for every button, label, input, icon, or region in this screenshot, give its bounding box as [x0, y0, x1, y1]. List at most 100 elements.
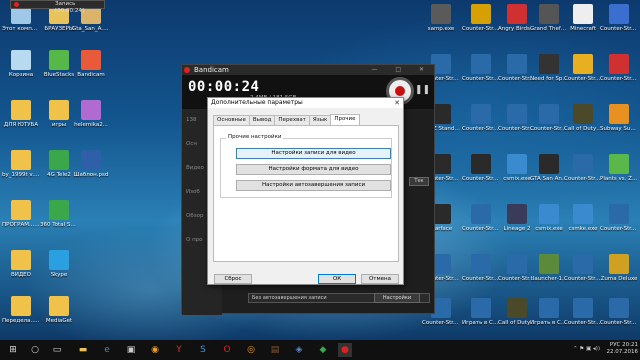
- desktop-icon[interactable]: Counter-Str... 1.6 ...: [600, 54, 638, 82]
- desktop-icon-label: Counter-Str... Source v34: [462, 176, 500, 182]
- desktop-icon[interactable]: Корзина: [2, 50, 40, 78]
- lang-indicator[interactable]: РУС: [610, 342, 621, 348]
- desktop-icon[interactable]: Передела... сборка: [2, 296, 40, 324]
- cancel-button[interactable]: Отмена: [361, 274, 399, 284]
- desktop-icon-label: Gta_San_A... Sunny_Mo...: [72, 26, 110, 32]
- app-icon: [573, 298, 593, 318]
- desktop-icon-label: tlauncher-1...: [530, 276, 568, 282]
- yandex-icon[interactable]: Y: [172, 343, 186, 357]
- desktop-icon-label: ВИДЕО: [11, 272, 31, 278]
- close-icon[interactable]: ✕: [394, 98, 400, 108]
- desktop-icon[interactable]: Counter-Str... 1.6 Super...: [462, 4, 500, 32]
- app-icon: [11, 296, 31, 316]
- reset-button[interactable]: Сброс: [214, 274, 252, 284]
- app-icon[interactable]: ◈: [292, 343, 306, 357]
- desktop-icon[interactable]: Counter-Str... 1.6 RUS: [462, 254, 500, 282]
- desktop-icon-label: Шаблон.psd: [73, 172, 109, 178]
- app-icon: [49, 100, 69, 120]
- desktop-icon[interactable]: Counter-Str... Source v34: [462, 154, 500, 182]
- search-icon[interactable]: ○: [28, 343, 42, 357]
- bandicam-logo-icon: [184, 67, 190, 73]
- desktop-icon[interactable]: ПРОГРАМ... КОТОРЫЕ...: [2, 200, 40, 228]
- desktop-icon[interactable]: tlauncher-1...: [530, 254, 568, 282]
- desktop-icon[interactable]: samp.exe: [422, 4, 460, 32]
- desktop-icon[interactable]: MediaGet: [40, 296, 78, 324]
- desktop-icon[interactable]: Minecraft: [564, 4, 602, 32]
- opera-icon[interactable]: O: [220, 343, 234, 357]
- desktop-icon-label: Call of Duty 4 Modern...: [564, 126, 602, 132]
- desktop-icon[interactable]: Counter-Str... 1.6 Sklow: [564, 54, 602, 82]
- desktop-icon-label: Counter-Str... 1.6 ...: [530, 126, 568, 132]
- desktop-icon[interactable]: GTA San Andreas...: [530, 154, 568, 182]
- app-icon: [507, 54, 527, 74]
- desktop-icon[interactable]: csmke.exe: [564, 204, 602, 232]
- clock[interactable]: РУС 20:21 22.07.2016: [607, 342, 639, 356]
- desktop-icon[interactable]: Counter-Str... 1.6 Global...: [462, 54, 500, 82]
- desktop-icon[interactable]: Plants vs. Zombies: [600, 154, 638, 182]
- desktop-icon[interactable]: ВИДЕО: [2, 250, 40, 278]
- desktop-icon[interactable]: Counter-Str... 1.6 gold: [462, 204, 500, 232]
- desktop-icon-label: Играть в CS 1.6 Racer: [530, 320, 568, 326]
- desktop-icon[interactable]: csmix.exe: [530, 204, 568, 232]
- desktop-icon[interactable]: by_1999t v.1.0: [2, 150, 40, 178]
- desktop-icon[interactable]: Counter-Str... 1.6 ...: [600, 204, 638, 232]
- app-icon: [609, 104, 629, 124]
- skype-icon[interactable]: S: [196, 343, 210, 357]
- task-view-icon[interactable]: ▭: [50, 343, 64, 357]
- video-record-settings-button[interactable]: Настройки записи для видео: [236, 148, 391, 159]
- store-icon[interactable]: ▣: [124, 343, 138, 357]
- window-controls[interactable]: — □ ✕: [371, 65, 432, 75]
- desktop-icon-label: MediaGet: [45, 318, 73, 324]
- tray-icons[interactable]: ⌃ ⚑ ▣ ◂)): [573, 346, 600, 352]
- desktop-icon[interactable]: Counter-Str... 1.6 Jiggle: [564, 254, 602, 282]
- desktop-icon[interactable]: Need for Speed Most...: [530, 54, 568, 82]
- chrome-icon[interactable]: ◎: [244, 343, 258, 357]
- tab-language[interactable]: Язык: [308, 115, 332, 125]
- desktop-icon[interactable]: Call of Duty 4 Modern...: [564, 104, 602, 132]
- desktop-icon-label: csmke.exe: [568, 226, 598, 232]
- app-icon[interactable]: ▤: [268, 343, 282, 357]
- desktop-icon[interactable]: ДЛЯ ЮТУБА: [2, 100, 40, 128]
- settings-button[interactable]: Настройки: [374, 293, 420, 303]
- explorer-icon[interactable]: ▬: [76, 343, 90, 357]
- desktop-icon[interactable]: Zuma Deluxe: [600, 254, 638, 282]
- app-icon[interactable]: ◆: [316, 343, 330, 357]
- app-icon: [573, 104, 593, 124]
- desktop-icon[interactable]: Шаблон.psd: [72, 150, 110, 178]
- app-icon: [49, 150, 69, 170]
- desktop-icon[interactable]: Counter-Str... CSGO: [600, 298, 638, 326]
- ok-button[interactable]: ОК: [318, 274, 356, 284]
- tab-other[interactable]: Прочие: [330, 114, 360, 125]
- edge-icon[interactable]: e: [100, 343, 114, 357]
- desktop-icon[interactable]: Counter-Str... адидас: [564, 298, 602, 326]
- dialog-titlebar: Дополнительные параметры ✕: [208, 98, 403, 108]
- bandicam-taskbar-icon[interactable]: ●: [338, 343, 352, 357]
- desktop-icon[interactable]: Subway Surfers: [600, 104, 638, 132]
- desktop-icon[interactable]: Grand Theft Auto San...: [530, 4, 568, 32]
- app-icon: [573, 54, 593, 74]
- side-button[interactable]: Тек: [409, 177, 429, 186]
- desktop-icon[interactable]: Counter-Str... 1.6 ...: [530, 104, 568, 132]
- desktop-icon[interactable]: Counter-Str... 1.6 ...: [564, 154, 602, 182]
- recording-minibar[interactable]: Запись [00:00:24]: [10, 0, 105, 14]
- pause-icon[interactable]: ❚❚: [415, 85, 430, 95]
- desktop-icon[interactable]: Skype: [40, 250, 78, 278]
- start-icon[interactable]: ⊞: [6, 343, 20, 357]
- app-icon: [507, 154, 527, 174]
- desktop-icon[interactable]: helemika2...: [72, 100, 110, 128]
- desktop-icon[interactable]: Играть в CS 1.6 Racer: [530, 298, 568, 326]
- desktop-icon[interactable]: Counter-Str... Xtreme V6: [462, 104, 500, 132]
- desktop-icon[interactable]: Bandicam: [72, 50, 110, 78]
- app-icon: [11, 200, 31, 220]
- browser-icon[interactable]: ◉: [148, 343, 162, 357]
- desktop-icon[interactable]: Играть в CS 1.6 Rus: [462, 298, 500, 326]
- video-format-settings-button[interactable]: Настройки формата для видео: [236, 164, 391, 175]
- desktop-icon[interactable]: Counter-Str... 1.6 Source: [600, 4, 638, 32]
- desktop-icon[interactable]: 360 Total Security: [40, 200, 78, 228]
- tab-capture[interactable]: Перехват: [274, 115, 310, 125]
- app-icon: [539, 154, 559, 174]
- tab-main[interactable]: Основные: [213, 115, 250, 125]
- desktop-icon-label: Counter-Str... 1.6 Global...: [462, 76, 500, 82]
- tab-output[interactable]: Вывод: [248, 115, 276, 125]
- autocomplete-settings-button[interactable]: Настройки автозавершения записи: [236, 180, 391, 191]
